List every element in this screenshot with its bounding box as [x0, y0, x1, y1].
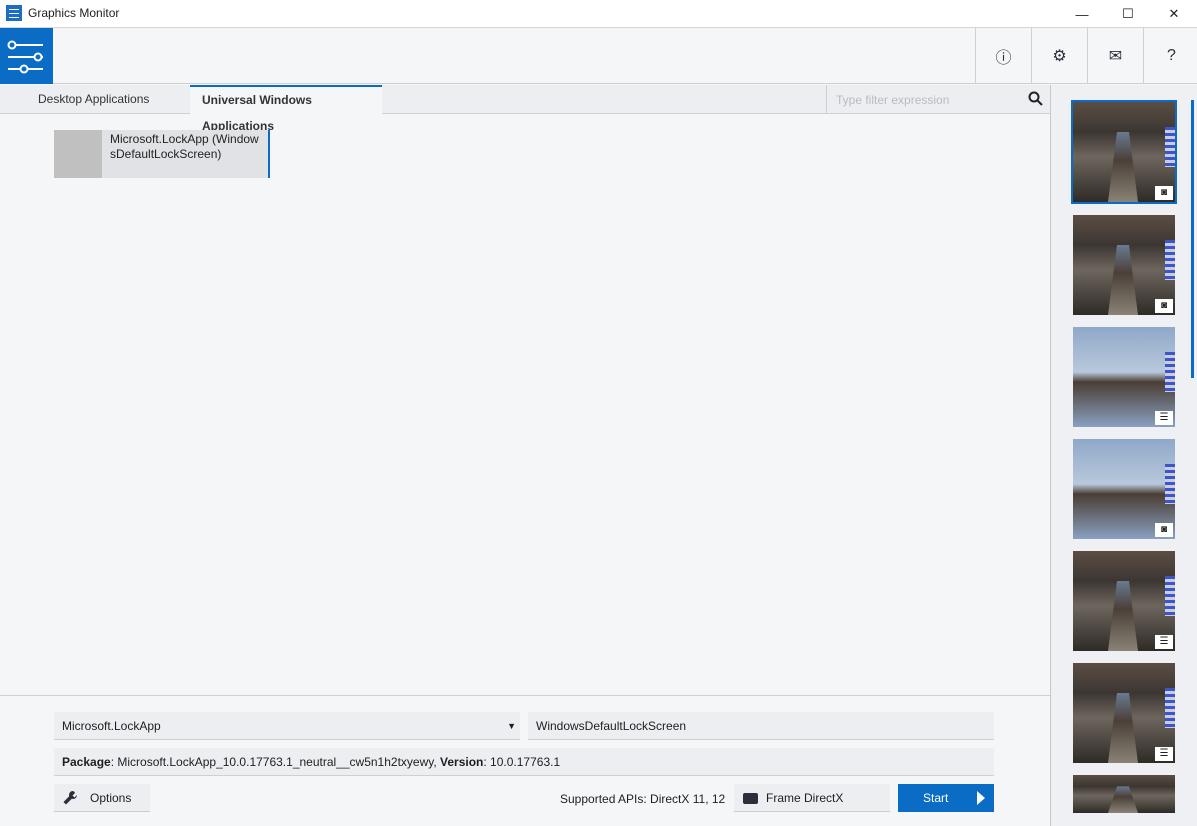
captures-scrollbar[interactable]: [1191, 100, 1194, 378]
feedback-button[interactable]: ⓘ: [975, 28, 1031, 84]
mail-button[interactable]: ✉: [1087, 28, 1143, 84]
app-id-field[interactable]: WindowsDefaultLockScreen: [528, 712, 994, 740]
options-label: Options: [90, 791, 132, 805]
capture-thumbnail[interactable]: ◙: [1073, 439, 1175, 539]
app-tile-label: Microsoft.LockApp (WindowsDefaultLockScr…: [110, 132, 259, 161]
package-select[interactable]: Microsoft.LockApp ▼: [54, 712, 520, 740]
trace-icon: ☰: [1155, 411, 1173, 425]
package-label: Package: [62, 755, 111, 769]
tab-bar: Desktop Applications Universal Windows A…: [0, 85, 1050, 133]
chevron-down-icon: ▼: [507, 721, 516, 731]
toolbar: ⓘ ⚙ ✉ ?: [0, 28, 1197, 84]
tab-desktop-applications[interactable]: Desktop Applications: [26, 85, 161, 114]
title-bar: Graphics Monitor — ☐ ✕: [0, 0, 1197, 28]
wrench-icon: [63, 791, 77, 805]
search-icon[interactable]: [1028, 91, 1043, 106]
frame-directx-label: Frame DirectX: [766, 791, 844, 805]
minimize-button[interactable]: —: [1059, 0, 1105, 28]
tab-universal-windows-applications[interactable]: Universal Windows Applications: [190, 85, 382, 133]
capture-thumbnail[interactable]: ☰: [1073, 663, 1175, 763]
window-title: Graphics Monitor: [28, 6, 120, 20]
application-list: Microsoft.LockApp (WindowsDefaultLockScr…: [0, 114, 1050, 695]
start-label: Start: [923, 791, 949, 805]
camera-icon: ◙: [1155, 186, 1173, 200]
trace-icon: ☰: [1155, 747, 1173, 761]
maximize-button[interactable]: ☐: [1105, 0, 1151, 28]
play-icon: [977, 791, 985, 805]
options-button[interactable]: Options: [54, 784, 150, 812]
mail-icon: ✉: [1108, 48, 1123, 65]
camera-icon: ◙: [1155, 523, 1173, 537]
package-info: Package: Microsoft.LockApp_10.0.17763.1_…: [54, 748, 994, 776]
app-icon: [6, 5, 22, 21]
gear-icon: ⚙: [1052, 48, 1067, 65]
camera-icon: ◙: [1155, 299, 1173, 313]
capture-thumbnail[interactable]: ◙: [1071, 100, 1177, 204]
start-button[interactable]: Start: [898, 784, 994, 812]
capture-thumbnail[interactable]: ☰: [1073, 327, 1175, 427]
help-button[interactable]: ?: [1143, 28, 1197, 84]
version-label: Version: [440, 755, 484, 769]
filter-input[interactable]: Type filter expression: [826, 85, 1050, 113]
app-tile-lockapp[interactable]: Microsoft.LockApp (WindowsDefaultLockScr…: [54, 130, 270, 178]
filter-placeholder: Type filter expression: [836, 93, 950, 107]
help-icon: ?: [1167, 47, 1176, 64]
launch-panel: Microsoft.LockApp ▼ WindowsDefaultLockSc…: [0, 695, 1050, 826]
close-button[interactable]: ✕: [1151, 0, 1197, 28]
trace-icon: ☰: [1155, 635, 1173, 649]
supported-apis: Supported APIs: DirectX 11, 12: [560, 792, 726, 806]
capture-thumbnail[interactable]: [1073, 775, 1175, 813]
version-value: : 10.0.17763.1: [483, 755, 561, 769]
package-value: : Microsoft.LockApp_10.0.17763.1_neutral…: [110, 755, 441, 769]
settings-button[interactable]: ⚙: [1031, 28, 1087, 84]
feedback-icon: ⓘ: [995, 50, 1012, 67]
capture-thumbnail[interactable]: ☰: [1073, 551, 1175, 651]
camera-icon: [743, 793, 758, 804]
package-select-value: Microsoft.LockApp: [62, 719, 161, 733]
sliders-icon[interactable]: [0, 28, 53, 84]
app-thumbnail: [54, 130, 102, 178]
frame-directx-button[interactable]: Frame DirectX: [734, 784, 890, 812]
capture-thumbnail[interactable]: ◙: [1073, 215, 1175, 315]
